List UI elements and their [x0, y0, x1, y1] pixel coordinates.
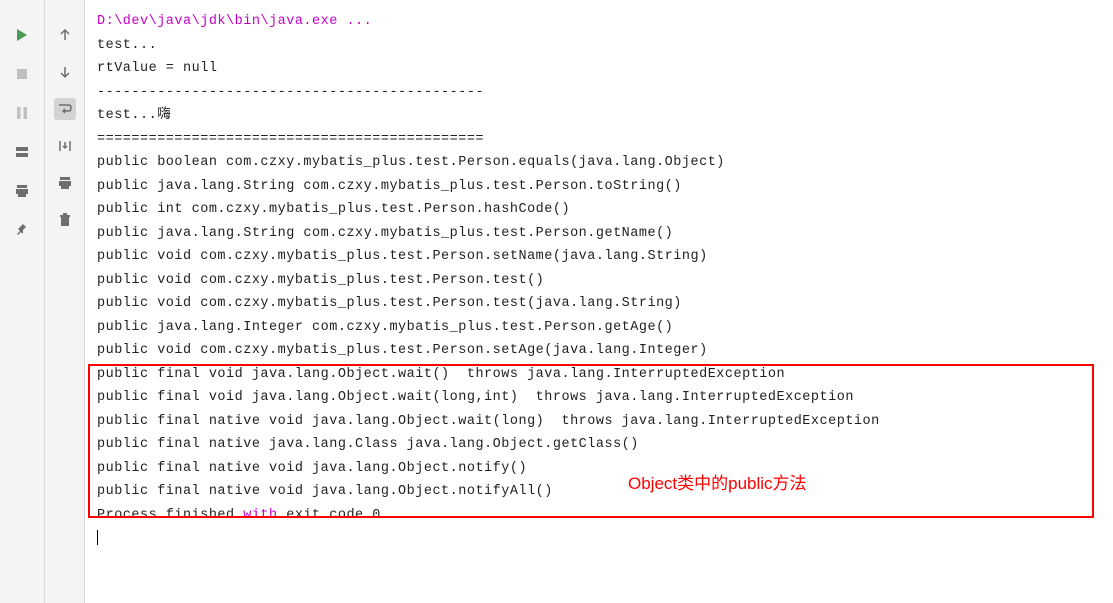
console-output[interactable]: D:\dev\java\jdk\bin\java.exe ... test...… — [85, 0, 1113, 603]
output-line: public final native java.lang.Class java… — [97, 433, 1101, 457]
output-line: ========================================… — [97, 128, 1101, 152]
output-line: test... — [97, 34, 1101, 58]
output-line: public final native void java.lang.Objec… — [97, 457, 1101, 481]
output-line: public final void java.lang.Object.wait(… — [97, 363, 1101, 387]
output-line: ----------------------------------------… — [97, 81, 1101, 105]
up-arrow-icon[interactable] — [54, 24, 76, 46]
output-line: public final void java.lang.Object.wait(… — [97, 386, 1101, 410]
scroll-end-icon[interactable] — [54, 135, 76, 157]
output-line: public boolean com.czxy.mybatis_plus.tes… — [97, 151, 1101, 175]
cursor-line — [97, 527, 1101, 551]
console-toolbar — [45, 0, 85, 603]
soft-wrap-icon[interactable] — [54, 98, 76, 120]
run-toolbar — [0, 0, 45, 603]
output-line: public java.lang.String com.czxy.mybatis… — [97, 175, 1101, 199]
trash-icon[interactable] — [54, 209, 76, 231]
print-output-icon[interactable] — [54, 172, 76, 194]
output-line: public final native void java.lang.Objec… — [97, 480, 1101, 504]
print-icon[interactable] — [11, 180, 33, 202]
output-line: public java.lang.Integer com.czxy.mybati… — [97, 316, 1101, 340]
stop-icon[interactable] — [11, 63, 33, 85]
layout-icon[interactable] — [11, 141, 33, 163]
text-cursor — [97, 530, 98, 545]
output-line: public final native void java.lang.Objec… — [97, 410, 1101, 434]
command-line: D:\dev\java\jdk\bin\java.exe ... — [97, 10, 1101, 34]
finish-suffix: exit code 0 — [278, 508, 381, 523]
output-line: public void com.czxy.mybatis_plus.test.P… — [97, 269, 1101, 293]
output-line: public void com.czxy.mybatis_plus.test.P… — [97, 292, 1101, 316]
finish-prefix: Process finished — [97, 508, 243, 523]
annotation-label: Object类中的public方法 — [628, 469, 807, 494]
process-finished-line: Process finished with exit code 0 — [97, 504, 1101, 528]
output-line: rtValue = null — [97, 57, 1101, 81]
run-icon[interactable] — [11, 24, 33, 46]
output-line: public java.lang.String com.czxy.mybatis… — [97, 222, 1101, 246]
output-line: test...嗨 — [97, 104, 1101, 128]
finish-keyword: with — [243, 508, 277, 523]
output-line: public int com.czxy.mybatis_plus.test.Pe… — [97, 198, 1101, 222]
output-line: public void com.czxy.mybatis_plus.test.P… — [97, 339, 1101, 363]
pin-icon[interactable] — [11, 219, 33, 241]
down-arrow-icon[interactable] — [54, 61, 76, 83]
output-line: public void com.czxy.mybatis_plus.test.P… — [97, 245, 1101, 269]
pause-icon[interactable] — [11, 102, 33, 124]
